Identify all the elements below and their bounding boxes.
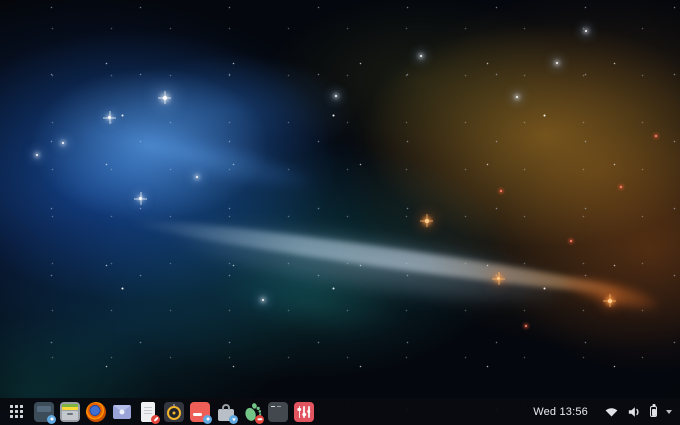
firefox-icon[interactable] — [86, 402, 106, 422]
star — [516, 96, 518, 98]
volume-icon — [627, 406, 641, 418]
desktop-wallpaper — [0, 0, 680, 425]
badge-blue — [47, 415, 56, 424]
document-editor-icon[interactable] — [138, 402, 158, 422]
star-red — [570, 240, 572, 242]
badge-red-pencil — [151, 415, 160, 424]
music-speaker-icon[interactable] — [164, 402, 184, 422]
apps-grid-icon — [10, 405, 13, 408]
media-red-icon[interactable] — [190, 402, 210, 422]
app-launcher-button[interactable] — [8, 403, 25, 420]
badge-red-minus — [255, 415, 264, 424]
star — [556, 62, 558, 64]
star — [108, 116, 111, 119]
software-bag-icon[interactable] — [216, 402, 236, 422]
star-red — [655, 135, 657, 137]
star — [335, 95, 337, 97]
star — [585, 30, 587, 32]
star — [163, 96, 167, 100]
star — [196, 176, 198, 178]
wifi-icon — [605, 407, 618, 417]
star — [262, 299, 264, 301]
gnome-foot-icon[interactable] — [242, 402, 262, 422]
starfield — [0, 0, 680, 425]
file-cabinet-icon[interactable] — [60, 402, 80, 422]
desktop-screen: Wed 13:56 — [0, 0, 680, 425]
star-red — [525, 325, 527, 327]
badge-blue — [203, 415, 212, 424]
dock — [34, 402, 314, 422]
files-dark-icon[interactable] — [34, 402, 54, 422]
battery-icon — [650, 406, 657, 417]
star — [139, 197, 142, 200]
clock[interactable]: Wed 13:56 — [533, 406, 588, 418]
mail-envelope-icon[interactable] — [112, 402, 132, 422]
star — [420, 55, 422, 57]
star-red — [620, 186, 622, 188]
star-red — [500, 190, 502, 192]
taskbar: Wed 13:56 — [0, 398, 680, 425]
star-orange — [608, 299, 612, 303]
mixer-sliders-icon[interactable] — [294, 402, 314, 422]
star — [36, 154, 38, 156]
chevron-down-icon — [666, 410, 672, 414]
terminal-icon[interactable] — [268, 402, 288, 422]
badge-blue-arrow — [229, 415, 238, 424]
star-orange — [425, 219, 429, 223]
star — [62, 142, 64, 144]
star-orange — [497, 277, 500, 280]
system-tray[interactable] — [605, 406, 672, 418]
